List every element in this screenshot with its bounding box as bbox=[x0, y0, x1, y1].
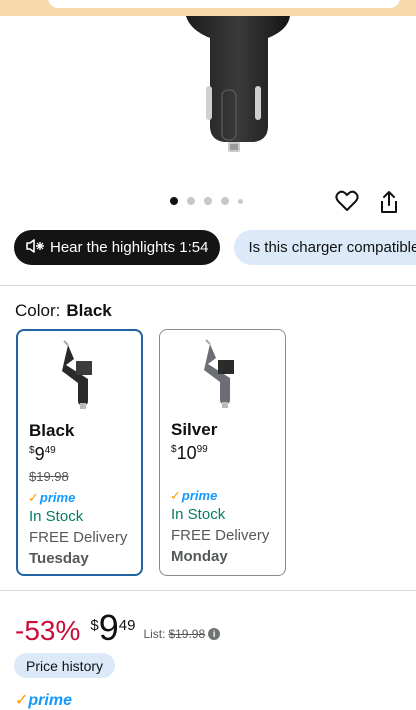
selected-color: Black bbox=[66, 301, 112, 320]
prime-badge: ✓prime bbox=[15, 690, 72, 710]
variant-thumbnail bbox=[196, 338, 252, 410]
variant-price: $1099 bbox=[171, 443, 208, 464]
carousel-dot[interactable] bbox=[204, 197, 212, 205]
price-whole: 9 bbox=[34, 444, 45, 464]
product-image[interactable] bbox=[0, 16, 416, 186]
variant-delivery: FREE Delivery bbox=[171, 527, 270, 544]
prime-label: prime bbox=[28, 692, 72, 709]
price-history-label: Price history bbox=[26, 657, 104, 674]
variant-stock: In Stock bbox=[171, 506, 226, 523]
hear-highlights-label: Hear the highlights 1:54 bbox=[50, 239, 209, 256]
speaker-icon bbox=[26, 238, 44, 257]
variant-delivery-day: Monday bbox=[171, 548, 228, 565]
price-symbol: $ bbox=[29, 445, 35, 456]
prime-check-icon: ✓ bbox=[15, 692, 29, 709]
divider bbox=[0, 590, 416, 591]
share-icon[interactable] bbox=[376, 189, 402, 215]
price-cents: 49 bbox=[118, 617, 136, 634]
price-cents: 49 bbox=[44, 445, 56, 456]
list-label: List: bbox=[143, 627, 166, 641]
question-chip-label: Is this charger compatible bbox=[248, 239, 416, 256]
prime-badge: ✓prime bbox=[28, 490, 75, 506]
carousel-dot[interactable] bbox=[170, 197, 178, 205]
price-cents: 99 bbox=[196, 444, 208, 455]
variant-name: Silver bbox=[171, 420, 218, 439]
prime-badge: ✓prime bbox=[170, 488, 217, 504]
variant-card-silver[interactable]: Silver $1099 ✓prime In Stock FREE Delive… bbox=[159, 329, 286, 576]
search-box[interactable] bbox=[48, 0, 400, 8]
search-header bbox=[0, 0, 416, 16]
variant-delivery-day-wrap: Monday bbox=[171, 546, 228, 567]
divider bbox=[0, 285, 416, 286]
chip-row: Hear the highlights 1:54 Is this charger… bbox=[14, 230, 416, 265]
price-symbol: $ bbox=[90, 617, 99, 634]
variant-name: Black bbox=[29, 421, 75, 440]
variant-delivery: FREE Delivery bbox=[29, 529, 128, 546]
prime-label: prime bbox=[181, 488, 218, 503]
color-selector-label: Color: Black bbox=[15, 301, 112, 321]
variant-delivery-day: Tuesday bbox=[29, 550, 89, 567]
variant-price: $949 bbox=[29, 444, 56, 465]
heart-icon[interactable] bbox=[334, 188, 360, 214]
carousel-dots bbox=[170, 197, 243, 205]
price-symbol: $ bbox=[171, 444, 177, 455]
hear-highlights-button[interactable]: Hear the highlights 1:54 bbox=[14, 230, 221, 265]
variant-card-black[interactable]: Black $949 $19.98 ✓prime In Stock FREE D… bbox=[16, 329, 143, 576]
discount-percent: -53% bbox=[15, 615, 81, 646]
price-whole: 10 bbox=[176, 443, 197, 463]
price-whole: 9 bbox=[98, 607, 119, 648]
prime-check-icon: ✓ bbox=[170, 488, 181, 503]
carousel-dot[interactable] bbox=[187, 197, 195, 205]
question-chip[interactable]: Is this charger compatible bbox=[234, 230, 416, 265]
variant-list-price: $19.98 bbox=[29, 469, 69, 484]
carousel-dot[interactable] bbox=[238, 198, 243, 204]
deal-price: $949 bbox=[90, 608, 135, 648]
variant-stock: In Stock bbox=[29, 508, 84, 525]
color-label: Color: bbox=[15, 301, 61, 320]
info-icon[interactable]: i bbox=[208, 628, 221, 640]
list-price: List: $19.98 i bbox=[143, 627, 221, 641]
carousel-dot[interactable] bbox=[221, 197, 229, 205]
deal-price-row: -53% $949 List: $19.98 i bbox=[15, 608, 221, 648]
prime-check-icon: ✓ bbox=[28, 490, 39, 505]
prime-label: prime bbox=[39, 490, 76, 505]
variant-delivery-day-wrap: Tuesday bbox=[29, 548, 89, 569]
price-history-button[interactable]: Price history bbox=[14, 653, 116, 678]
variant-thumbnail bbox=[54, 339, 110, 411]
list-price-value: $19.98 bbox=[168, 627, 206, 641]
